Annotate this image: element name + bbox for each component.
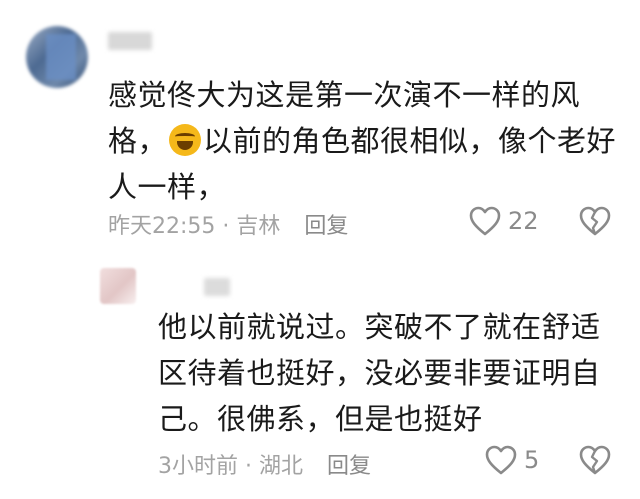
- comment-item: 感觉佟大为这是第一次演不一样的风格， 以前的角色都很相似，像个老好人一样， 昨天2…: [0, 0, 640, 258]
- like-count: 22: [508, 207, 539, 235]
- username-blurred[interactable]: [204, 278, 230, 296]
- heart-icon: [485, 445, 517, 475]
- dislike-button[interactable]: [578, 205, 612, 241]
- comment-text: 感觉佟大为这是第一次演不一样的风格， 以前的角色都很相似，像个老好人一样，: [108, 72, 618, 210]
- reply-button[interactable]: 回复: [304, 214, 348, 239]
- broken-heart-icon: [579, 445, 611, 475]
- heart-icon: [469, 206, 501, 236]
- comment-meta: 昨天22:55 · 吉林 回复: [108, 208, 348, 240]
- comment-text: 他以前就说过。突破不了就在舒适区待着也挺好，没必要非要证明自己。很佛系，但是也挺…: [158, 310, 601, 436]
- comment-time-location: 3小时前 · 湖北: [158, 454, 303, 479]
- like-count: 5: [524, 446, 540, 474]
- reply-item: 他以前就说过。突破不了就在舒适区待着也挺好，没必要非要证明自己。很佛系，但是也挺…: [0, 258, 640, 499]
- reply-button[interactable]: 回复: [327, 454, 371, 479]
- like-button[interactable]: 5: [484, 444, 539, 476]
- comment-time-location: 昨天22:55 · 吉林: [108, 214, 281, 239]
- avatar[interactable]: [26, 26, 88, 88]
- dislike-button[interactable]: [578, 444, 612, 480]
- avatar[interactable]: [100, 268, 136, 304]
- like-button[interactable]: 22: [468, 205, 539, 237]
- laughing-crying-emoji-icon: [169, 124, 202, 156]
- username-blurred[interactable]: [108, 32, 152, 50]
- comment-meta: 3小时前 · 湖北 回复: [158, 448, 371, 480]
- broken-heart-icon: [579, 206, 611, 236]
